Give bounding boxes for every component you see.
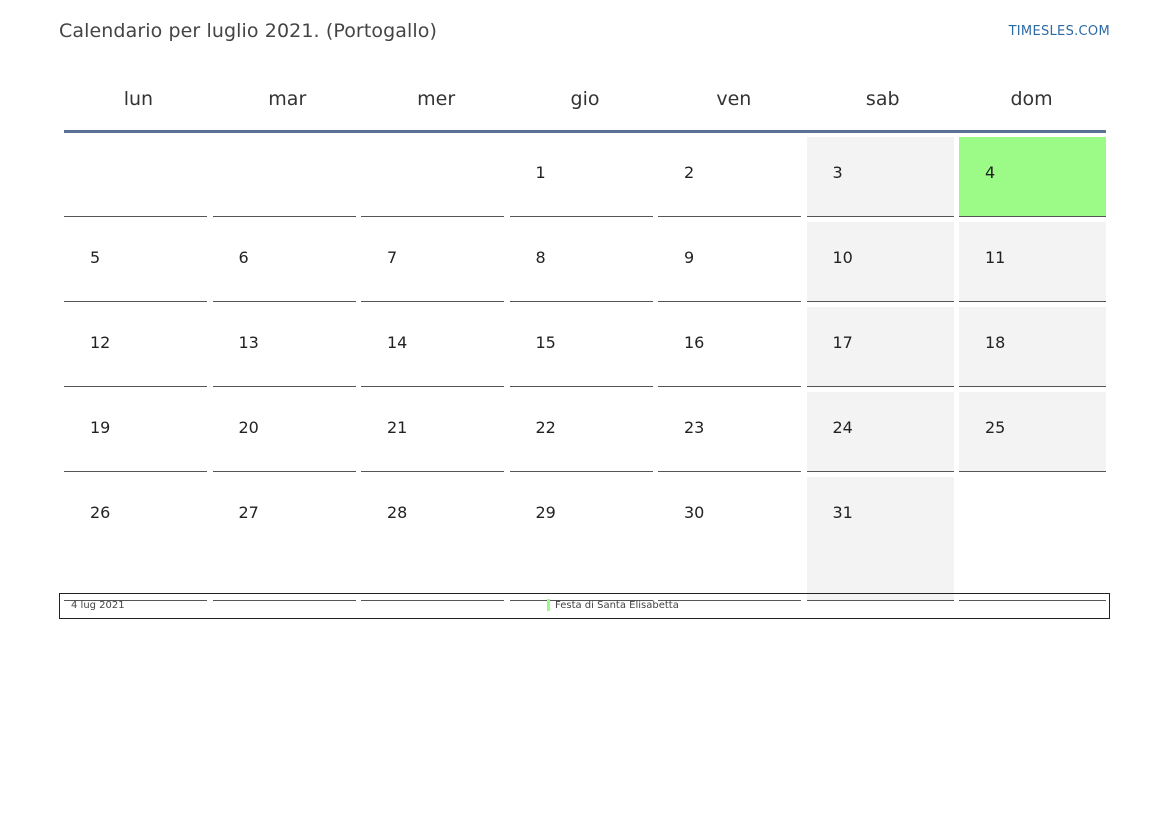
day-cell[interactable]: 3 [806, 137, 954, 217]
day-number: 15 [535, 333, 556, 352]
legend-holiday-name: Festa di Santa Elisabetta [555, 600, 679, 611]
day-number: 11 [985, 248, 1006, 267]
day-cell[interactable]: 5 [64, 222, 207, 302]
empty-day-cell [959, 477, 1106, 601]
day-number: 27 [238, 503, 259, 522]
day-number: 28 [387, 503, 408, 522]
day-number: 12 [90, 333, 111, 352]
weekday-sun: dom [1010, 88, 1053, 110]
week-row: 5 6 7 8 9 10 11 [64, 222, 1106, 302]
day-cell[interactable]: 22 [509, 392, 653, 472]
day-number: 23 [684, 418, 705, 437]
week-row: 1 2 3 4 [64, 137, 1106, 217]
day-cell[interactable]: 26 [64, 477, 207, 601]
day-cell[interactable]: 15 [509, 307, 653, 387]
weekday-tue: mar [268, 88, 307, 110]
day-cell[interactable]: 11 [959, 222, 1106, 302]
day-cell[interactable]: 29 [509, 477, 653, 601]
legend-date: 4 lug 2021 [71, 600, 125, 611]
empty-day-cell [64, 137, 207, 217]
empty-day-cell [212, 137, 356, 217]
day-cell[interactable]: 18 [959, 307, 1106, 387]
day-number: 29 [535, 503, 556, 522]
day-number: 16 [684, 333, 705, 352]
week-row: 26 27 28 29 30 31 [64, 477, 1106, 601]
day-number: 18 [985, 333, 1006, 352]
day-number: 26 [90, 503, 111, 522]
brand-link[interactable]: TIMESLES.COM [1009, 24, 1110, 39]
day-number: 31 [832, 503, 853, 522]
day-number: 10 [832, 248, 853, 267]
day-cell[interactable]: 25 [959, 392, 1106, 472]
weekday-wed: mer [417, 88, 456, 110]
empty-day-cell [361, 137, 504, 217]
day-number: 9 [684, 248, 695, 267]
day-cell[interactable]: 27 [212, 477, 356, 601]
day-cell[interactable]: 23 [658, 392, 801, 472]
page-title: Calendario per luglio 2021. (Portogallo) [59, 20, 438, 42]
legend-color-marker [547, 599, 550, 611]
day-cell[interactable]: 9 [658, 222, 801, 302]
week-row: 19 20 21 22 23 24 25 [64, 392, 1106, 472]
day-number: 17 [832, 333, 853, 352]
day-number: 3 [832, 163, 843, 182]
day-cell[interactable]: 21 [361, 392, 504, 472]
day-cell[interactable]: 30 [658, 477, 801, 601]
day-number: 30 [684, 503, 705, 522]
day-cell[interactable]: 19 [64, 392, 207, 472]
weekday-sat: sab [865, 88, 900, 110]
weekday-mon: lun [123, 88, 154, 110]
day-cell[interactable]: 7 [361, 222, 504, 302]
day-number: 14 [387, 333, 408, 352]
day-cell[interactable]: 28 [361, 477, 504, 601]
holiday-legend: 4 lug 2021 Festa di Santa Elisabetta [59, 593, 1110, 619]
day-cell[interactable]: 16 [658, 307, 801, 387]
day-cell[interactable]: 14 [361, 307, 504, 387]
day-cell[interactable]: 13 [212, 307, 356, 387]
day-number: 21 [387, 418, 408, 437]
day-number: 2 [684, 163, 695, 182]
day-cell[interactable]: 8 [509, 222, 653, 302]
day-cell[interactable]: 6 [212, 222, 356, 302]
day-cell[interactable]: 31 [806, 477, 954, 601]
day-cell[interactable]: 24 [806, 392, 954, 472]
day-number: 6 [238, 248, 249, 267]
day-number: 24 [832, 418, 853, 437]
weekday-fri: ven [716, 88, 752, 110]
day-number: 5 [90, 248, 101, 267]
calendar-grid: lun mar mer gio ven sab dom 1 2 3 4 5 6 7 8 9 10 1… [64, 78, 1106, 601]
day-number: 13 [238, 333, 259, 352]
day-cell[interactable]: 1 [509, 137, 653, 217]
day-number: 19 [90, 418, 111, 437]
day-number: 8 [535, 248, 546, 267]
day-cell[interactable]: 4 [959, 137, 1106, 217]
day-cell[interactable]: 2 [658, 137, 801, 217]
day-number: 4 [985, 163, 996, 182]
day-number: 20 [238, 418, 259, 437]
day-cell[interactable]: 20 [212, 392, 356, 472]
week-row: 12 13 14 15 16 17 18 [64, 307, 1106, 387]
day-cell[interactable]: 12 [64, 307, 207, 387]
day-cell[interactable]: 17 [806, 307, 954, 387]
day-number: 7 [387, 248, 398, 267]
day-number: 22 [535, 418, 556, 437]
weekday-thu: gio [570, 88, 600, 110]
day-number: 1 [535, 163, 546, 182]
day-cell[interactable]: 10 [806, 222, 954, 302]
weeks: 1 2 3 4 5 6 7 8 9 10 11 12 13 14 15 16 17 18 19 20 21 22 23 24 2… [64, 137, 1106, 601]
day-number: 25 [985, 418, 1006, 437]
weekday-header: lun mar mer gio ven sab dom [64, 78, 1106, 133]
